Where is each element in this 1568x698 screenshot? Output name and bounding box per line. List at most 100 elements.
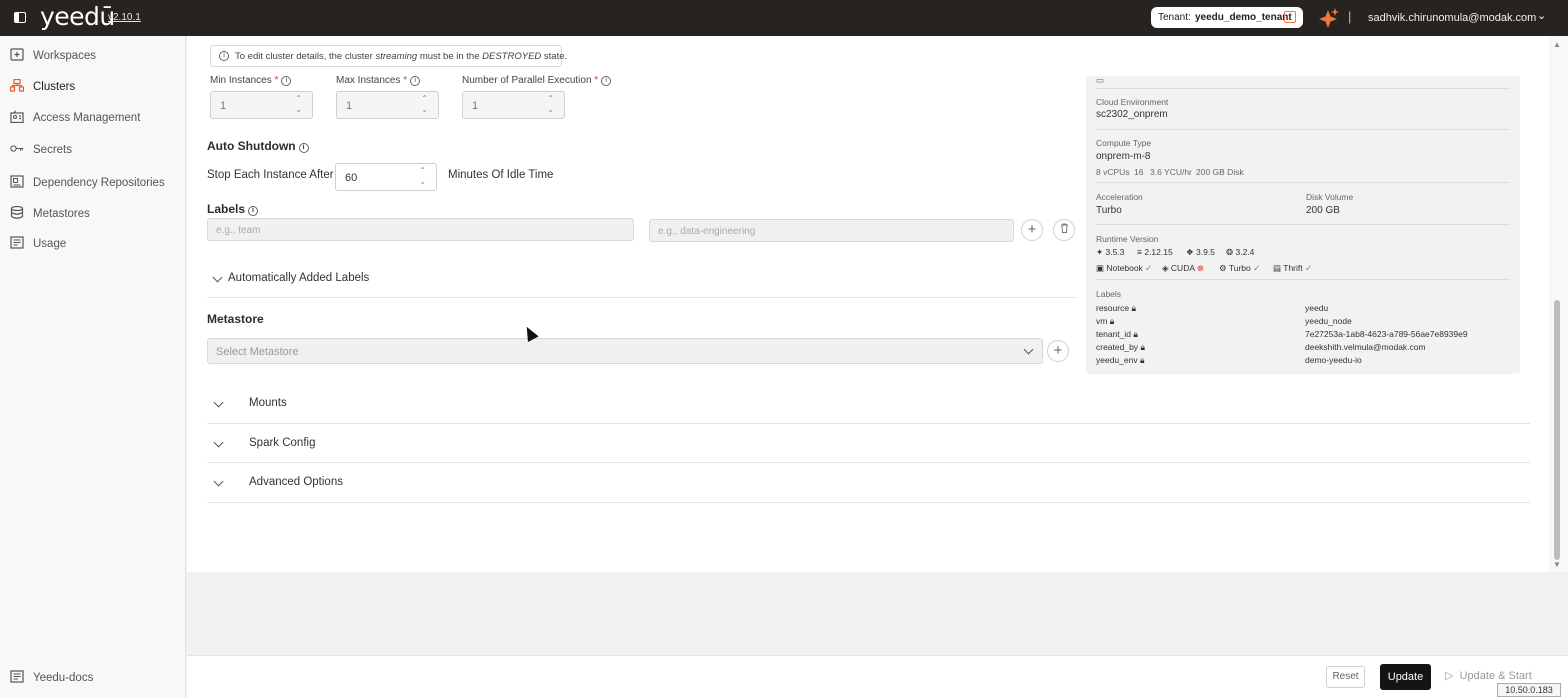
database-icon [10,206,24,219]
stepper-up-icon: ⌃ [547,94,554,103]
app-version-link[interactable]: v2.10.1 [108,12,141,23]
feature-thrift: ▤ Thrift ✓ [1273,263,1313,273]
sidebar-item-label: Usage [33,238,67,250]
label-value-input[interactable]: e.g., data-engineering [649,219,1014,242]
info-icon: i [248,206,259,216]
cluster-edit-panel: i To edit cluster details, the cluster s… [187,36,1553,572]
labels-label: Labels [1096,289,1122,299]
auto-shutdown-suffix: Minutes Of Idle Time [448,169,554,181]
sidebar-toggle-icon[interactable] [14,12,26,23]
label-key: yeedu_env 🔒︎ [1096,355,1145,365]
metastore-select[interactable]: Select Metastore [207,338,1043,364]
label-value: deekshith.velmula@modak.com [1305,342,1426,352]
python-version: ❖ 3.9.5 [1186,247,1215,257]
max-instances-input[interactable]: 1 ⌃ ⌄ [336,91,439,119]
feature-cuda: ◈ CUDA ⊗ [1162,263,1205,273]
sidebar-item-dependency-repositories[interactable]: Dependency Repositories [0,170,186,196]
app-logo[interactable]: yeedū [40,2,115,31]
label-key: resource 🔒︎ [1096,303,1136,313]
compute-type-label: Compute Type [1096,138,1152,148]
min-instances-input[interactable]: 1 ⌃ ⌄ [210,91,313,119]
add-metastore-button[interactable]: + [1047,340,1069,362]
notebook-icon: ▣ [1096,263,1105,273]
repository-icon [10,175,24,188]
mounts-section-toggle[interactable]: Mounts [213,397,513,413]
compute-disk: 200 GB Disk [1196,167,1244,177]
sidebar-item-access-management[interactable]: Access Management [0,105,186,131]
disk-volume-label: Disk Volume [1306,192,1354,202]
sidebar-item-yeedu-docs[interactable]: Yeedu-docs [0,665,186,691]
chevron-down-icon [213,397,224,408]
divider [207,462,1530,463]
stepper-up-icon: ⌃ [421,94,428,103]
scroll-down-icon[interactable]: ▼ [1553,560,1561,569]
label-value: demo-yeedu-io [1305,355,1362,365]
acceleration-label: Acceleration [1096,192,1143,202]
label-value: yeedu_node [1305,316,1352,326]
label-key: vm 🔒︎ [1096,316,1115,326]
labels-title: Labels i [207,202,259,216]
lock-icon: 🔒︎ [1139,355,1145,365]
docs-icon [10,670,24,683]
hadoop-version: ❂ 3.2.4 [1226,247,1255,257]
auto-shutdown-prefix: Stop Each Instance After [207,169,334,181]
label-value: yeedu [1305,303,1329,313]
label-key-input[interactable]: e.g., team [207,218,634,241]
add-label-button[interactable]: + [1021,219,1043,241]
scroll-up-icon[interactable]: ▲ [1553,40,1561,49]
thrift-icon: ▤ [1273,263,1282,273]
ip-address-tooltip: 10.50.0.183 [1497,683,1561,697]
sidebar-item-label: Clusters [33,81,76,93]
play-icon: ▷ [1445,670,1454,682]
label-value: 7e27253a-1ab8-4623-a789-56ae7e8939e9 [1305,329,1468,339]
reset-button[interactable]: Reset [1326,666,1365,688]
parallel-execution-input[interactable]: 1 ⌃ ⌄ [462,91,565,119]
chevron-down-icon [212,272,223,283]
stepper-up-icon: ⌃ [419,166,426,175]
sidebar-item-label: Workspaces [33,50,97,62]
sidebar-item-workspaces[interactable]: Workspaces [0,43,186,69]
cloud-icon: ▭ [1096,75,1105,85]
hadoop-icon: ❂ [1226,247,1234,257]
user-menu[interactable]: sadhvik.chirunomula@modak.com [1368,12,1536,24]
main-scrollbar[interactable]: ▲ ▼ [1549,36,1568,572]
external-link-icon[interactable] [1284,11,1296,23]
sidebar-item-usage[interactable]: Usage [0,231,186,257]
sidebar-item-label: Yeedu-docs [33,672,94,684]
sidebar-item-label: Metastores [33,208,90,220]
chevron-down-icon [213,437,224,448]
chevron-down-icon[interactable]: ⌄ [1537,9,1546,22]
workspace-icon [10,48,24,61]
separator: | [1348,9,1352,24]
sidebar: Workspaces Clusters Access Management Se… [0,36,186,698]
update-button[interactable]: Update [1380,664,1431,690]
auto-shutdown-title: Auto Shutdown i [207,139,309,153]
compute-ycu: 3.6 YCU/hr [1150,167,1192,177]
spark-icon: ✦ [1096,247,1104,257]
sidebar-item-clusters[interactable]: Clusters [0,74,186,100]
scrollbar-thumb[interactable] [1554,300,1560,560]
cluster-details-card: ▭ Cloud Environment sc2302_onprem Comput… [1086,75,1520,374]
stepper-up-icon: ⌃ [295,94,302,103]
cloud-env-value: sc2302_onprem [1096,109,1168,120]
sidebar-item-label: Access Management [33,112,141,124]
info-icon: i [219,51,229,61]
compute-memory: 16 [1134,167,1144,177]
sidebar-item-metastores[interactable]: Metastores [0,201,186,227]
acceleration-value: Turbo [1096,205,1122,216]
sidebar-item-secrets[interactable]: Secrets [0,137,186,163]
feature-notebook: ▣ Notebook ✓ [1096,263,1153,273]
stepper-down-icon: ⌄ [295,105,302,114]
edit-restriction-banner: i To edit cluster details, the cluster s… [210,45,567,67]
spark-config-section-toggle[interactable]: Spark Config [213,437,513,453]
delete-label-button[interactable] [1053,219,1075,241]
info-icon: i [410,76,421,86]
idle-minutes-input[interactable]: 60 ⌃ ⌄ [335,163,437,191]
stepper-down-icon: ⌄ [421,105,428,114]
tenant-switcher[interactable]: Tenant: yeedu_demo_tenant [1151,7,1303,28]
ai-sparkle-icon[interactable] [1318,7,1340,29]
spark-version: ✦ 3.5.3 [1096,247,1125,257]
stepper-down-icon: ⌄ [419,177,426,186]
advanced-options-section-toggle[interactable]: Advanced Options [213,476,513,492]
lock-icon: 🔒︎ [1109,316,1115,326]
